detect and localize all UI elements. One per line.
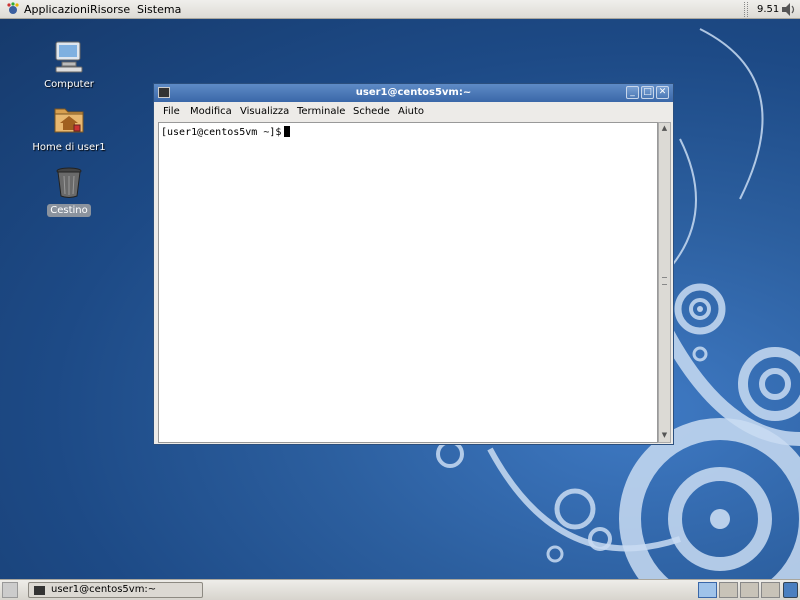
menu-schede[interactable]: Schede <box>353 106 390 117</box>
show-desktop-icon[interactable] <box>2 582 18 598</box>
workspace-3[interactable] <box>740 582 759 598</box>
maximize-button[interactable]: □ <box>641 86 654 99</box>
computer-icon <box>55 41 83 73</box>
workspace-2[interactable] <box>719 582 738 598</box>
volume-icon[interactable] <box>780 2 796 17</box>
scroll-up-arrow-icon[interactable]: ▲ <box>660 124 669 133</box>
home-folder-icon <box>54 108 84 133</box>
menu-file[interactable]: File <box>163 106 180 117</box>
menu-terminale[interactable]: Terminale <box>297 106 345 117</box>
menu-risorse[interactable]: Risorse <box>90 3 130 16</box>
bottom-panel: user1@centos5vm:~ <box>0 579 800 600</box>
desktop-icon-trash[interactable]: Cestino <box>29 164 109 217</box>
desktop-icon-label: Cestino <box>47 204 91 217</box>
taskbar-label: user1@centos5vm:~ <box>51 584 157 595</box>
panel-separator <box>744 2 748 17</box>
scroll-down-arrow-icon[interactable]: ▼ <box>660 431 669 440</box>
window-title: user1@centos5vm:~ <box>355 87 472 98</box>
top-panel: Applicazioni Risorse Sistema 9.51 <box>0 0 800 19</box>
close-button[interactable]: ✕ <box>656 86 669 99</box>
gnome-foot-icon[interactable] <box>6 2 20 16</box>
desktop-icon-computer[interactable]: Computer <box>29 38 109 90</box>
clock[interactable]: 9.51 <box>757 4 779 15</box>
workspace-1[interactable] <box>698 582 717 598</box>
minimize-button[interactable]: _ <box>626 86 639 99</box>
terminal-icon <box>34 586 45 595</box>
taskbar-button-terminal[interactable]: user1@centos5vm:~ <box>28 582 203 598</box>
terminal-window: user1@centos5vm:~ _ □ ✕ File Modifica Vi… <box>153 83 674 445</box>
workspace-4[interactable] <box>761 582 780 598</box>
menu-applicazioni[interactable]: Applicazioni <box>24 3 90 16</box>
vertical-scrollbar[interactable]: ▲ ▼ <box>658 122 671 443</box>
menu-visualizza[interactable]: Visualizza <box>240 106 289 117</box>
desktop-icon-label: Home di user1 <box>32 142 106 153</box>
trash-icon <box>56 167 82 198</box>
trash-applet-icon[interactable] <box>783 582 798 598</box>
menu-aiuto[interactable]: Aiuto <box>398 106 424 117</box>
menu-modifica[interactable]: Modifica <box>190 106 232 117</box>
menu-sistema[interactable]: Sistema <box>137 3 181 16</box>
scroll-grip[interactable] <box>662 277 667 285</box>
text-cursor <box>284 126 291 137</box>
desktop-icon-label: Computer <box>44 79 94 90</box>
terminal-prompt: [user1@centos5vm ~]$ <box>161 126 291 138</box>
terminal-menubar: File Modifica Visualizza Terminale Sched… <box>154 102 673 121</box>
window-titlebar[interactable]: user1@centos5vm:~ _ □ ✕ <box>154 84 673 102</box>
terminal-text-area[interactable]: [user1@centos5vm ~]$ <box>158 122 658 443</box>
desktop-icon-home[interactable]: Home di user1 <box>29 101 109 153</box>
prompt-text: [user1@centos5vm ~]$ <box>161 127 282 138</box>
